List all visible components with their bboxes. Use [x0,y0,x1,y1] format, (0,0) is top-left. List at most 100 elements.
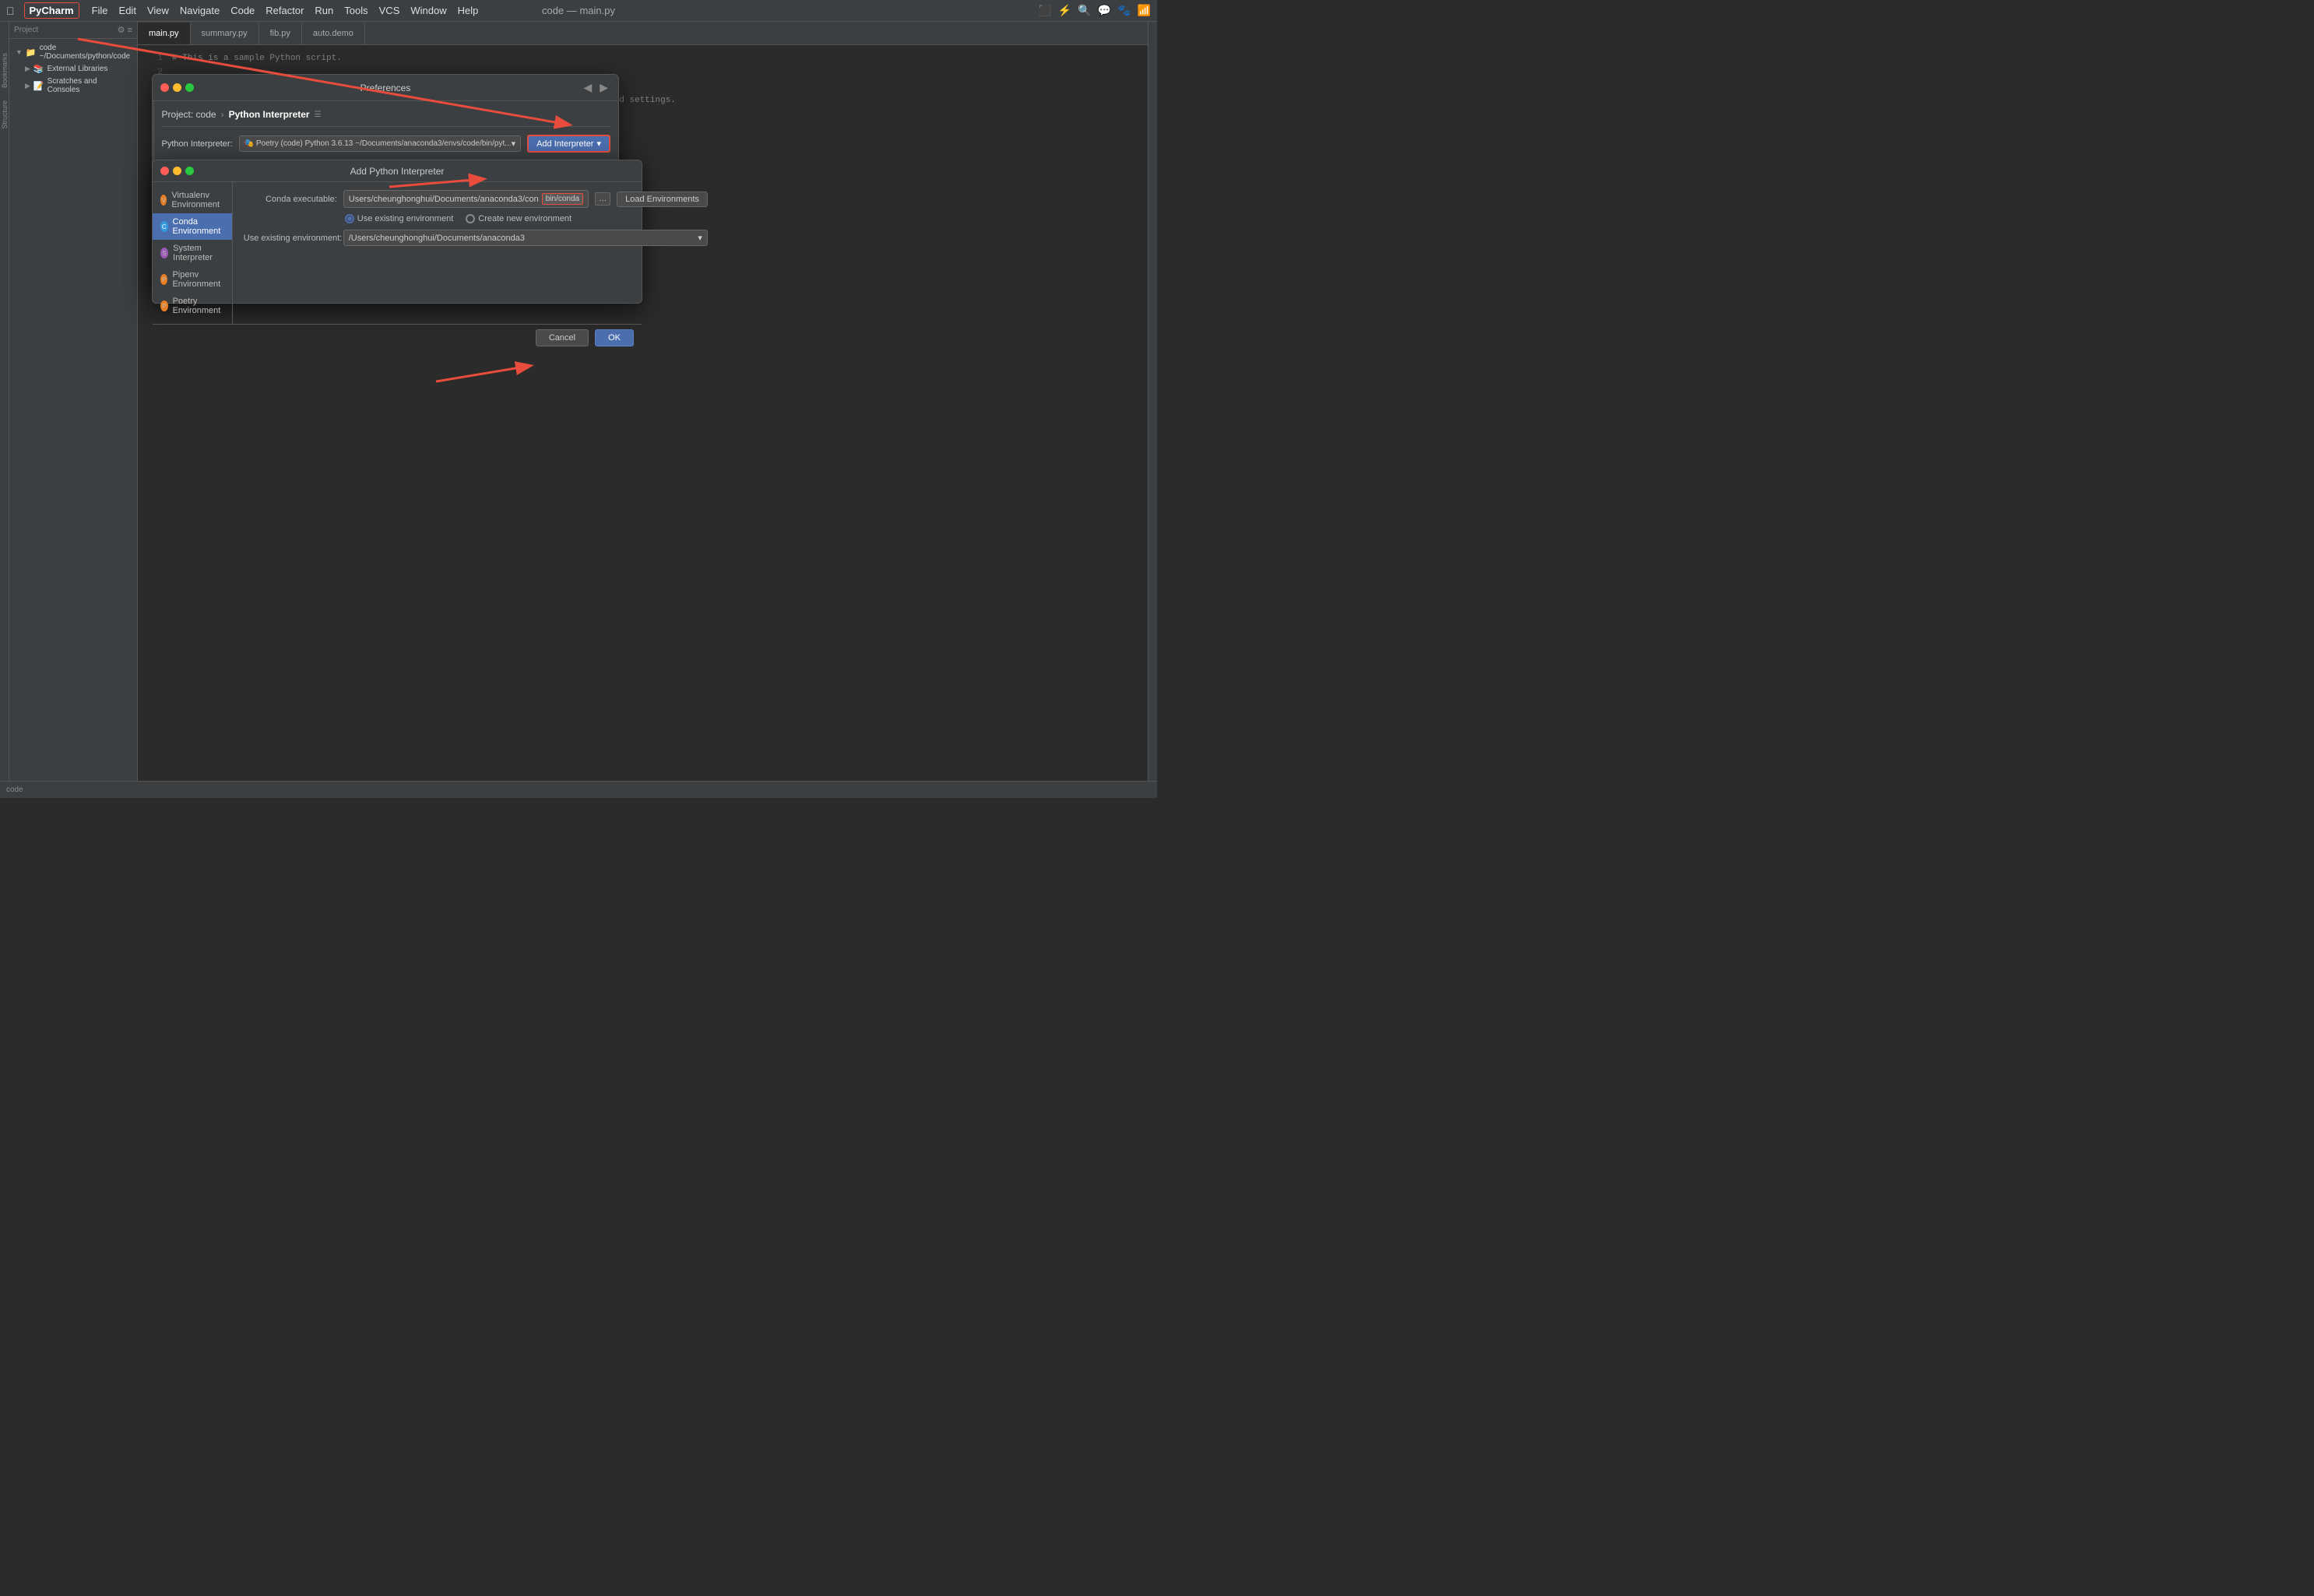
ok-button[interactable]: OK [595,329,634,346]
use-existing-radio[interactable]: Use existing environment [345,214,454,223]
breadcrumb-current: Python Interpreter [229,109,310,120]
breadcrumb-separator: › [221,109,224,120]
maximize-button[interactable] [185,83,194,92]
create-new-radio-label: Create new environment [478,214,571,223]
add-interp-maximize-btn[interactable] [185,167,194,175]
structure-tab[interactable]: Structure [1,100,9,129]
nav-arrows: ◀ ▶ [581,81,610,94]
collapse-arrow-icon: ▶ [25,65,30,73]
menu-icon-5: 🐾 [1117,4,1131,17]
add-interp-minimize-btn[interactable] [173,167,181,175]
breadcrumb-project: Project: code [162,109,216,120]
menu-bar:  PyCharm File Edit View Navigate Code R… [0,0,1157,22]
select-dropdown-icon: ▾ [512,139,516,149]
status-bar: code [0,781,1157,798]
menu-code[interactable]: Code [230,5,255,16]
poetry-label: Poetry Environment [173,297,224,315]
menu-refactor[interactable]: Refactor [266,5,304,16]
use-existing-env-label: Use existing environment: [244,234,337,243]
tab-fib-py[interactable]: fib.py [259,23,302,44]
add-interp-sidebar: V Virtualenv Environment C Conda Environ… [153,182,233,324]
virtualenv-label: Virtualenv Environment [171,191,223,209]
close-button[interactable] [160,83,169,92]
tree-item-external[interactable]: ▶ 📚 External Libraries [9,62,137,76]
traffic-lights [160,83,194,92]
add-interpreter-button[interactable]: Add Interpreter ▾ [527,135,610,153]
conda-browse-button[interactable]: … [595,192,610,206]
existing-env-select[interactable]: /Users/cheunghonghui/Documents/anaconda3… [343,230,708,246]
pipenv-label: Pipenv Environment [172,270,223,289]
add-interp-title-bar: Add Python Interpreter [153,160,642,182]
external-libs-icon: 📚 [33,64,44,74]
tree-item-code[interactable]: ▼ 📁 code ~/Documents/python/code [9,42,137,62]
menu-window[interactable]: Window [410,5,446,16]
cancel-button[interactable]: Cancel [536,329,589,346]
back-arrow-icon[interactable]: ◀ [581,81,594,94]
tab-summary-py[interactable]: summary.py [191,23,259,44]
existing-env-row: Use existing environment: /Users/cheungh… [244,230,708,246]
menu-icon-1: ⬛ [1038,4,1051,17]
use-existing-radio-dot [345,214,354,223]
external-libs-label: External Libraries [47,65,108,73]
project-panel-header: Project ⚙ ≡ [9,22,137,39]
menu-navigate[interactable]: Navigate [180,5,220,16]
system-icon: S [160,248,168,258]
preferences-title: Preferences [360,83,411,93]
preferences-breadcrumb: Project: code › Python Interpreter ☰ [162,109,610,127]
menu-bar-right: ⬛ ⚡ 🔍 💬 🐾 📶 [1038,4,1151,17]
menu-edit[interactable]: Edit [119,5,136,16]
conda-executable-input[interactable]: Users/cheunghonghui/Documents/anaconda3/… [343,190,589,208]
minimize-button[interactable] [173,83,181,92]
add-interpreter-dialog: Add Python Interpreter V Virtualenv Envi… [152,160,642,304]
conda-label: Conda Environment [173,217,224,236]
pipenv-icon: P [160,274,167,285]
menu-vcs[interactable]: VCS [379,5,400,16]
add-interp-close-btn[interactable] [160,167,169,175]
interpreter-label: Python Interpreter: [162,139,233,149]
menu-file[interactable]: File [92,5,108,16]
menu-help[interactable]: Help [458,5,479,16]
add-interp-conda[interactable]: C Conda Environment [153,213,232,240]
interpreter-value: 🎭 Poetry (code) Python 3.6.13 ~/Document… [244,139,512,148]
existing-env-dropdown-icon: ▾ [698,233,702,243]
interpreter-select[interactable]: 🎭 Poetry (code) Python 3.6.13 ~/Document… [239,135,521,152]
conda-suffix-highlighted: bin/conda [542,193,583,205]
breadcrumb-icon: ☰ [315,111,322,119]
tab-main-py[interactable]: main.py [138,23,191,44]
app-name[interactable]: PyCharm [24,2,79,19]
tree-item-scratches[interactable]: ▶ 📝 Scratches and Consoles [9,76,137,96]
menu-view[interactable]: View [147,5,169,16]
add-interp-poetry[interactable]: P Poetry Environment [153,293,232,319]
create-new-radio[interactable]: Create new environment [466,214,571,223]
add-interpreter-dropdown-icon: ▾ [596,139,601,149]
scratches-icon: 📝 [33,81,44,91]
menu-icon-3: 🔍 [1078,4,1091,17]
tab-autodemo[interactable]: auto.demo [302,23,365,44]
tree-item-label: code ~/Documents/python/code [40,44,131,61]
bookmarks-tab[interactable]: Bookmarks [1,53,9,88]
radio-row: Use existing environment Create new envi… [244,214,708,223]
conda-executable-row: Conda executable: Users/cheunghonghui/Do… [244,190,708,208]
conda-icon: C [160,221,168,232]
preferences-title-bar: Preferences ◀ ▶ [153,75,618,101]
existing-env-value: /Users/cheunghonghui/Documents/anaconda3 [349,234,525,243]
load-environments-button[interactable]: Load Environments [617,192,708,207]
project-tree: ▼ 📁 code ~/Documents/python/code ▶ 📚 Ext… [9,39,137,798]
create-new-radio-dot [466,214,475,223]
add-interp-virtualenv[interactable]: V Virtualenv Environment [153,187,232,213]
apple-logo-icon:  [6,5,15,17]
system-label: System Interpreter [173,244,224,262]
add-interp-footer: Cancel OK [153,324,642,351]
scratches-arrow-icon: ▶ [25,82,30,90]
conda-executable-label: Conda executable: [244,195,337,204]
menu-run[interactable]: Run [315,5,333,16]
use-existing-radio-label: Use existing environment [357,214,454,223]
menu-tools[interactable]: Tools [344,5,367,16]
add-interp-content: Conda executable: Users/cheunghonghui/Do… [233,182,719,324]
interpreter-row: Python Interpreter: 🎭 Poetry (code) Pyth… [162,135,610,153]
add-interp-pipenv[interactable]: P Pipenv Environment [153,266,232,293]
menu-icon-2: ⚡ [1058,4,1071,17]
forward-arrow-icon[interactable]: ▶ [597,81,610,94]
add-interp-system[interactable]: S System Interpreter [153,240,232,266]
window-title: code — main.py [542,5,615,16]
